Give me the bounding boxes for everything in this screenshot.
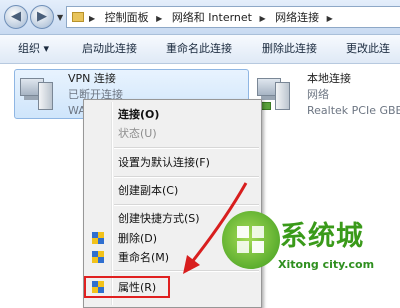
annotation-arrow bbox=[183, 182, 248, 274]
